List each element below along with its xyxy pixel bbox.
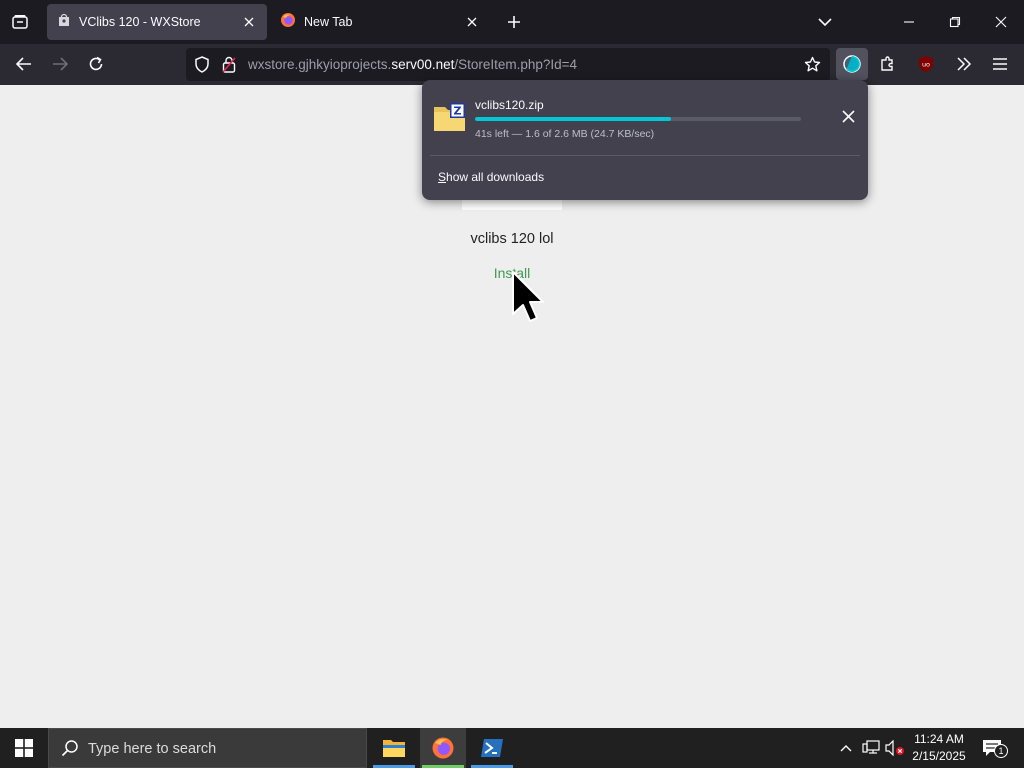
taskbar-file-explorer[interactable] <box>371 728 417 768</box>
panel-separator <box>430 155 860 156</box>
tab-title: New Tab <box>304 15 353 29</box>
network-tray-button[interactable] <box>860 738 882 758</box>
minimize-icon <box>904 21 914 23</box>
app-name: vclibs 120 lol <box>470 231 554 247</box>
tab-title: VClibs 120 - WXStore <box>79 15 201 29</box>
download-progress-icon <box>843 55 861 73</box>
close-icon <box>841 109 855 123</box>
tab-new-tab[interactable]: New Tab <box>270 4 490 40</box>
reload-button[interactable] <box>82 50 110 78</box>
close-icon <box>467 17 477 27</box>
url-text[interactable]: wxstore.gjhkyioprojects.serv00.net/Store… <box>248 57 577 72</box>
url-path: /StoreItem.php?Id=4 <box>454 57 578 72</box>
svg-text:uo: uo <box>922 61 930 69</box>
search-placeholder: Type here to search <box>88 741 217 757</box>
url-bar[interactable]: wxstore.gjhkyioprojects.serv00.net/Store… <box>186 48 830 81</box>
download-progress-fill <box>475 117 671 121</box>
list-all-tabs-button[interactable] <box>814 11 836 33</box>
download-item[interactable]: Z vclibs120.zip 41s left — 1.6 of 2.6 MB… <box>430 88 860 146</box>
windows-taskbar: Type here to search 11:24 AM 2/15/2025 1 <box>0 728 1024 768</box>
new-tab-button[interactable] <box>503 11 525 33</box>
mouse-cursor-icon <box>511 270 549 329</box>
bookmark-star-button[interactable] <box>804 56 821 78</box>
taskbar-search-box[interactable]: Type here to search <box>48 728 367 768</box>
url-subdomain: wxstore.gjhkyioprojects. <box>248 57 392 72</box>
puzzle-icon <box>881 56 893 71</box>
tracking-protection-icon[interactable] <box>194 56 210 78</box>
chevron-up-icon <box>840 745 852 752</box>
download-progress-bar <box>475 117 801 121</box>
notification-badge: 1 <box>994 744 1008 758</box>
show-all-downloads-button[interactable]: Show all downloads <box>438 170 544 184</box>
taskbar-firefox[interactable] <box>420 728 466 768</box>
plus-icon <box>508 16 520 28</box>
extensions-button[interactable] <box>874 50 902 78</box>
svg-text:Z: Z <box>454 105 462 118</box>
clock-time: 11:24 AM <box>914 732 964 746</box>
ublock-shield-icon: uo <box>919 56 933 72</box>
taskbar-clock[interactable]: 11:24 AM 2/15/2025 <box>906 731 972 765</box>
network-icon <box>862 740 880 754</box>
start-button[interactable] <box>0 728 48 768</box>
firefox-icon <box>432 737 454 759</box>
arrow-right-icon <box>53 57 68 71</box>
double-chevron-right-icon <box>957 57 972 71</box>
download-filename: vclibs120.zip <box>475 98 544 112</box>
close-window-button[interactable] <box>978 0 1024 44</box>
hamburger-icon <box>993 58 1007 70</box>
reload-icon <box>89 56 103 71</box>
search-icon <box>61 739 79 762</box>
taskbar-powershell[interactable] <box>469 728 515 768</box>
firefox-view-icon <box>12 15 28 29</box>
forward-button[interactable] <box>46 50 74 78</box>
windows-logo-icon <box>15 739 33 757</box>
navigation-toolbar: wxstore.gjhkyioprojects.serv00.net/Store… <box>0 44 1024 85</box>
powershell-icon <box>481 739 503 757</box>
minimize-button[interactable] <box>886 0 932 44</box>
notification-center-button[interactable]: 1 <box>978 736 1008 760</box>
tab-vclibs[interactable]: VClibs 120 - WXStore <box>47 4 267 40</box>
restore-button[interactable] <box>932 0 978 44</box>
star-icon <box>804 56 821 72</box>
download-status: 41s left — 1.6 of 2.6 MB (24.7 KB/sec) <box>475 128 655 140</box>
folder-icon <box>383 740 405 757</box>
firefox-view-button[interactable] <box>8 10 32 34</box>
chevron-down-icon <box>818 18 832 27</box>
clock-date: 2/15/2025 <box>912 749 966 763</box>
firefox-icon <box>280 12 296 33</box>
zip-archive-icon: Z <box>433 102 467 137</box>
cancel-download-button[interactable] <box>834 102 862 130</box>
url-domain: serv00.net <box>391 57 455 72</box>
show-hidden-icons-button[interactable] <box>836 738 856 758</box>
volume-tray-button[interactable] <box>884 738 906 758</box>
tab-close-button[interactable] <box>464 14 480 30</box>
more-tools-button[interactable] <box>950 50 978 78</box>
downloads-panel: Z vclibs120.zip 41s left — 1.6 of 2.6 MB… <box>422 80 868 200</box>
ublock-origin-button[interactable]: uo <box>912 50 940 78</box>
tab-close-button[interactable] <box>241 14 257 30</box>
store-bag-icon <box>57 13 71 32</box>
close-icon <box>244 17 254 27</box>
tab-strip: VClibs 120 - WXStore New Tab <box>0 0 1024 44</box>
back-button[interactable] <box>10 50 38 78</box>
restore-icon <box>949 16 961 28</box>
volume-muted-icon <box>885 740 904 756</box>
app-menu-button[interactable] <box>986 50 1014 78</box>
close-icon <box>995 16 1007 28</box>
downloads-button[interactable] <box>836 48 868 80</box>
insecure-lock-icon[interactable] <box>222 56 236 78</box>
arrow-left-icon <box>16 57 31 71</box>
